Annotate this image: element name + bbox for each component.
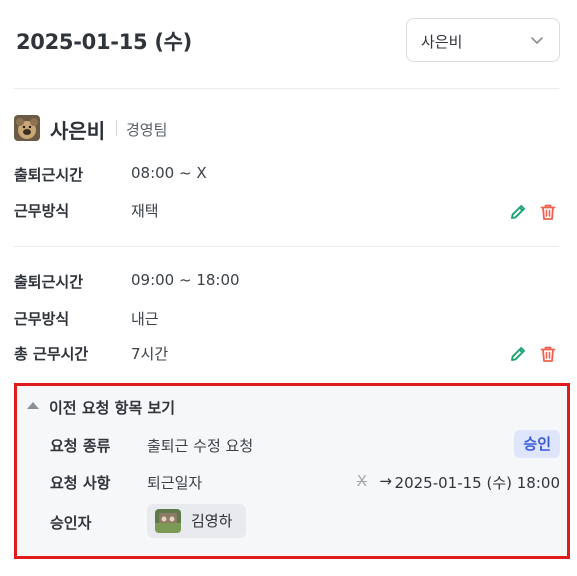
divider [14, 246, 559, 247]
row-value: 7시간 [131, 345, 169, 363]
person-select-value: 사은비 [421, 33, 463, 51]
page-header: 2025-01-15 (수) 사은비 [0, 0, 577, 88]
request-detail-value: 퇴근일자 [147, 474, 203, 492]
employee-name: 사은비 [50, 119, 106, 143]
avatar [155, 509, 181, 533]
row-label: 근무방식 [14, 202, 70, 220]
trash-icon[interactable] [538, 202, 558, 222]
request-type-row: 요청 종류 출퇴근 수정 요청 승인 [50, 430, 560, 458]
history-toggle-label: 이전 요청 항목 보기 [49, 399, 176, 417]
record-row: 출퇴근시간 08:00 ~ X [14, 164, 559, 186]
record-row: 총 근무시간 7시간 [14, 343, 559, 365]
caret-up-icon [27, 402, 39, 409]
chevron-down-icon [531, 37, 543, 44]
request-detail-row: 요청 사항 퇴근일자 X → 2025-01-15 (수) 18:00 [50, 470, 560, 494]
avatar [14, 115, 40, 141]
row-value: 09:00 ~ 18:00 [131, 271, 240, 289]
row-label: 총 근무시간 [14, 345, 89, 363]
row-value: 재택 [131, 202, 159, 220]
row-label: 근무방식 [14, 310, 70, 328]
row-label: 출퇴근시간 [14, 273, 84, 291]
record-row: 근무방식 재택 [14, 200, 559, 222]
request-history-panel: 이전 요청 항목 보기 요청 종류 출퇴근 수정 요청 승인 요청 사항 퇴근일… [14, 383, 570, 559]
person-select[interactable]: 사은비 [406, 18, 560, 62]
row-value: 내근 [131, 310, 159, 328]
new-value: 2025-01-15 (수) 18:00 [394, 474, 560, 492]
row-value: 08:00 ~ X [131, 164, 207, 182]
divider [116, 120, 117, 136]
page-title: 2025-01-15 (수) [16, 30, 192, 54]
old-value: X [356, 472, 367, 490]
record-row: 출퇴근시간 09:00 ~ 18:00 [14, 271, 559, 293]
arrow-right-icon: → [379, 472, 392, 490]
request-detail-label: 요청 사항 [50, 474, 111, 492]
record-row: 근무방식 내근 [14, 308, 559, 330]
approver-chip: 김영하 [147, 504, 247, 538]
row-label: 출퇴근시간 [14, 166, 84, 184]
trash-icon[interactable] [538, 344, 558, 364]
pencil-icon[interactable] [508, 202, 528, 222]
request-type-value: 출퇴근 수정 요청 [147, 437, 254, 455]
request-type-label: 요청 종류 [50, 437, 111, 455]
status-badge: 승인 [514, 430, 560, 458]
approver-row: 승인자 김영하 [50, 504, 560, 538]
divider [14, 88, 559, 89]
approver-label: 승인자 [50, 514, 92, 532]
pencil-icon[interactable] [508, 344, 528, 364]
record-actions [508, 202, 556, 224]
approver-name: 김영하 [191, 512, 233, 530]
employee-team: 경영팀 [126, 121, 168, 139]
change-summary: X → 2025-01-15 (수) 18:00 [340, 472, 560, 492]
record-actions [508, 344, 556, 366]
